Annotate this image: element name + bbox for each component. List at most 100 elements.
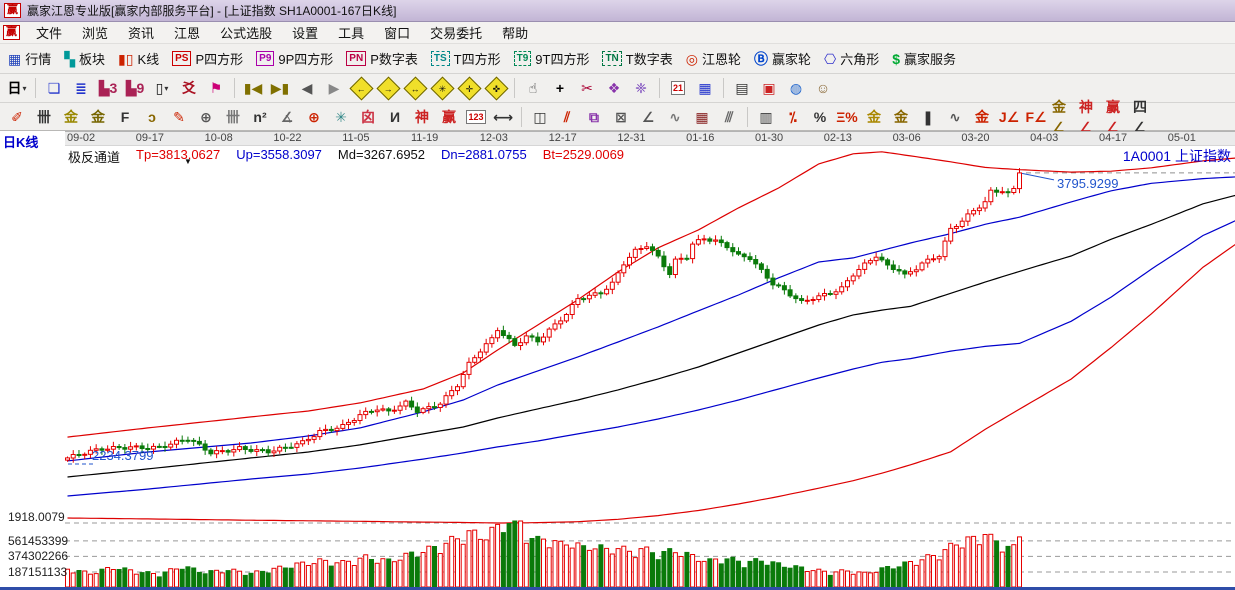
f-angle-tool-button[interactable]: F∠ xyxy=(1024,105,1048,129)
shen-angle-tool-button[interactable]: 神∠ xyxy=(1078,99,1102,135)
window-layout-icon-button[interactable]: ❏ xyxy=(42,76,66,100)
menu-item[interactable]: 帮助 xyxy=(492,21,538,44)
gann-star-diamond-button[interactable]: ✳ xyxy=(429,75,455,101)
quotes-button[interactable]: ▦ 行情 xyxy=(5,47,54,70)
gann-right-diamond-button[interactable]: → xyxy=(375,75,401,101)
gann-grid-tool-button[interactable]: 卌 xyxy=(32,105,56,129)
target-circle-tool-button[interactable]: ⊕ xyxy=(302,105,326,129)
candle-style-selector[interactable]: ▯ ▾ xyxy=(150,76,174,100)
shen-grid-tool-button[interactable]: 神 xyxy=(410,105,434,129)
menu-item[interactable]: 资讯 xyxy=(118,21,164,44)
first-bar-button[interactable]: ▮◀ xyxy=(241,76,265,100)
menu-item[interactable]: 浏览 xyxy=(72,21,118,44)
box-fan-tool-button[interactable]: ⧉ xyxy=(582,105,606,129)
menu-item[interactable]: 设置 xyxy=(282,21,328,44)
circle-grid-tool-button[interactable]: ⊕ xyxy=(194,105,218,129)
edit-tools-button[interactable]: ❖ xyxy=(602,76,626,100)
gold-grid-tool-button[interactable]: 金 xyxy=(59,105,83,129)
menu-item[interactable]: 公式选股 xyxy=(210,21,282,44)
period-selector[interactable]: 日 ▾ xyxy=(5,76,29,100)
gann-wheel-button[interactable]: ◎ 江恩轮 xyxy=(683,47,744,70)
ying-grid-tool-button[interactable]: 赢 xyxy=(437,105,461,129)
n-square-tool-button[interactable]: n² xyxy=(248,105,272,129)
kline-button[interactable]: ▮▯ K线 xyxy=(115,47,162,70)
cut-button[interactable]: ✂ xyxy=(575,76,599,100)
t-square-button[interactable]: TS T四方形 xyxy=(428,47,504,70)
sectors-button[interactable]: ▚ 板块 xyxy=(61,47,108,70)
save-button[interactable]: ▣ xyxy=(757,76,781,100)
indicator-header[interactable]: 极反通道 Tp=3813.0627 Up=3558.3097 Md=3267.695… xyxy=(68,147,624,166)
angle-ruler-tool-button[interactable]: ∡ xyxy=(275,105,299,129)
gann-expand-diamond-button[interactable]: ↔ xyxy=(402,75,428,101)
quote-list-icon-button[interactable]: ≣ xyxy=(69,76,93,100)
star-grid-tool-button[interactable]: ✳ xyxy=(329,105,353,129)
nine-p-square-button[interactable]: P9 9P四方形 xyxy=(253,47,336,70)
indicator-name[interactable]: 极反通道 xyxy=(68,147,120,166)
percent-tool-button[interactable]: % xyxy=(808,105,832,129)
p-number-table-button[interactable]: PN P数字表 xyxy=(343,47,421,70)
nine-t-square-button[interactable]: T9 9T四方形 xyxy=(511,47,593,70)
gold-circle-tool-button[interactable]: 金 xyxy=(862,105,886,129)
p-square-button[interactable]: PS P四方形 xyxy=(169,47,246,70)
notes-button[interactable]: ▤ xyxy=(730,76,754,100)
network-button[interactable]: ◍ xyxy=(784,76,808,100)
menu-item[interactable]: 工具 xyxy=(328,21,374,44)
fan-lines-tool-button[interactable]: ⫽ xyxy=(555,105,579,129)
gold-line-tool-button[interactable]: 金 xyxy=(889,105,913,129)
draw-pen-tool-button[interactable]: ✐ xyxy=(5,105,29,129)
zigzag-tool-button[interactable]: ∿ xyxy=(663,105,687,129)
compress-9-icon-button[interactable]: ▙9 xyxy=(123,76,147,100)
assistant-button[interactable]: ☺ xyxy=(811,76,835,100)
kline-chart[interactable] xyxy=(0,144,1235,590)
fibonacci-grid-tool-button[interactable]: F xyxy=(113,105,137,129)
compress-3-icon-button[interactable]: ▙3 xyxy=(96,76,120,100)
gann-left-diamond-button[interactable]: ← xyxy=(348,75,374,101)
dense-grid-tool-button[interactable]: ▦ xyxy=(690,105,714,129)
wave-tool-button[interactable]: ∿ xyxy=(943,105,967,129)
span-arrow-tool-button[interactable]: ⟷ xyxy=(491,105,515,129)
spiral-tool-button[interactable]: ↄ xyxy=(140,105,164,129)
gann-grid-diamond-button[interactable]: ✜ xyxy=(483,75,509,101)
k-pattern-icon-button[interactable]: 爻 xyxy=(177,76,201,100)
indicator-dropdown-icon[interactable]: ▼ xyxy=(184,157,192,166)
menu-item[interactable]: 江恩 xyxy=(164,21,210,44)
menu-item[interactable]: 交易委托 xyxy=(420,21,492,44)
price-table-tool-button[interactable]: ▥ xyxy=(754,105,778,129)
date-axis-tick: 09-02 xyxy=(67,132,96,144)
calendar-button[interactable]: 21 xyxy=(666,76,690,100)
three-percent-tool-button[interactable]: Ξ% xyxy=(835,105,859,129)
prev-bar-button[interactable]: ◀ xyxy=(295,76,319,100)
wave-mark-tool-button[interactable]: И xyxy=(383,105,407,129)
number-grid-tool-button[interactable]: 123 xyxy=(464,105,488,129)
hatch-tool-button[interactable]: ⫻ xyxy=(717,105,741,129)
winner-service-button[interactable]: $ 赢家服务 xyxy=(889,47,959,70)
pattern-tools-button[interactable]: ❈ xyxy=(629,76,653,100)
menu-item[interactable]: 文件 xyxy=(26,21,72,44)
indicator-flag-icon-button[interactable]: ⚑ xyxy=(204,76,228,100)
gold-angle-tool-button[interactable]: 金∠ xyxy=(1051,99,1075,135)
hexagon-button[interactable]: ⎔ 六角形 xyxy=(821,47,882,70)
toolbar-icon: ▥ xyxy=(759,108,773,125)
rect-tool-button[interactable]: ◫ xyxy=(528,105,552,129)
last-bar-button[interactable]: ▶▮ xyxy=(268,76,292,100)
grid-fan-tool-button[interactable]: ⊠ xyxy=(609,105,633,129)
pan-hand-button[interactable]: ☝ xyxy=(521,76,545,100)
gann-cross-diamond-button[interactable]: ✛ xyxy=(456,75,482,101)
menu-item[interactable]: 窗口 xyxy=(374,21,420,44)
percent-line-tool-button[interactable]: ⁒ xyxy=(781,105,805,129)
calculator-button[interactable]: ▦ xyxy=(693,76,717,100)
gold-red-tool-button[interactable]: 金 xyxy=(970,105,994,129)
marker-pen-tool-button[interactable]: ✎ xyxy=(167,105,191,129)
candle-pen-tool-button[interactable]: ❚ xyxy=(916,105,940,129)
four-angle-tool-button[interactable]: 四∠ xyxy=(1132,99,1156,135)
crosshair-button[interactable]: + xyxy=(548,76,572,100)
winner-wheel-button[interactable]: Ⓑ 赢家轮 xyxy=(751,47,814,70)
t-number-table-button[interactable]: TN T数字表 xyxy=(599,47,675,70)
box-grid-tool-button[interactable]: 囟 xyxy=(356,105,380,129)
ruler-grid-tool-button[interactable]: 卌 xyxy=(221,105,245,129)
j-angle-tool-button[interactable]: J∠ xyxy=(997,105,1021,129)
next-bar-button[interactable]: ▶ xyxy=(322,76,346,100)
ying-angle-tool-button[interactable]: 赢∠ xyxy=(1105,99,1129,135)
angle-lines-tool-button[interactable]: ∠ xyxy=(636,105,660,129)
gold-grid2-tool-button[interactable]: 金 xyxy=(86,105,110,129)
